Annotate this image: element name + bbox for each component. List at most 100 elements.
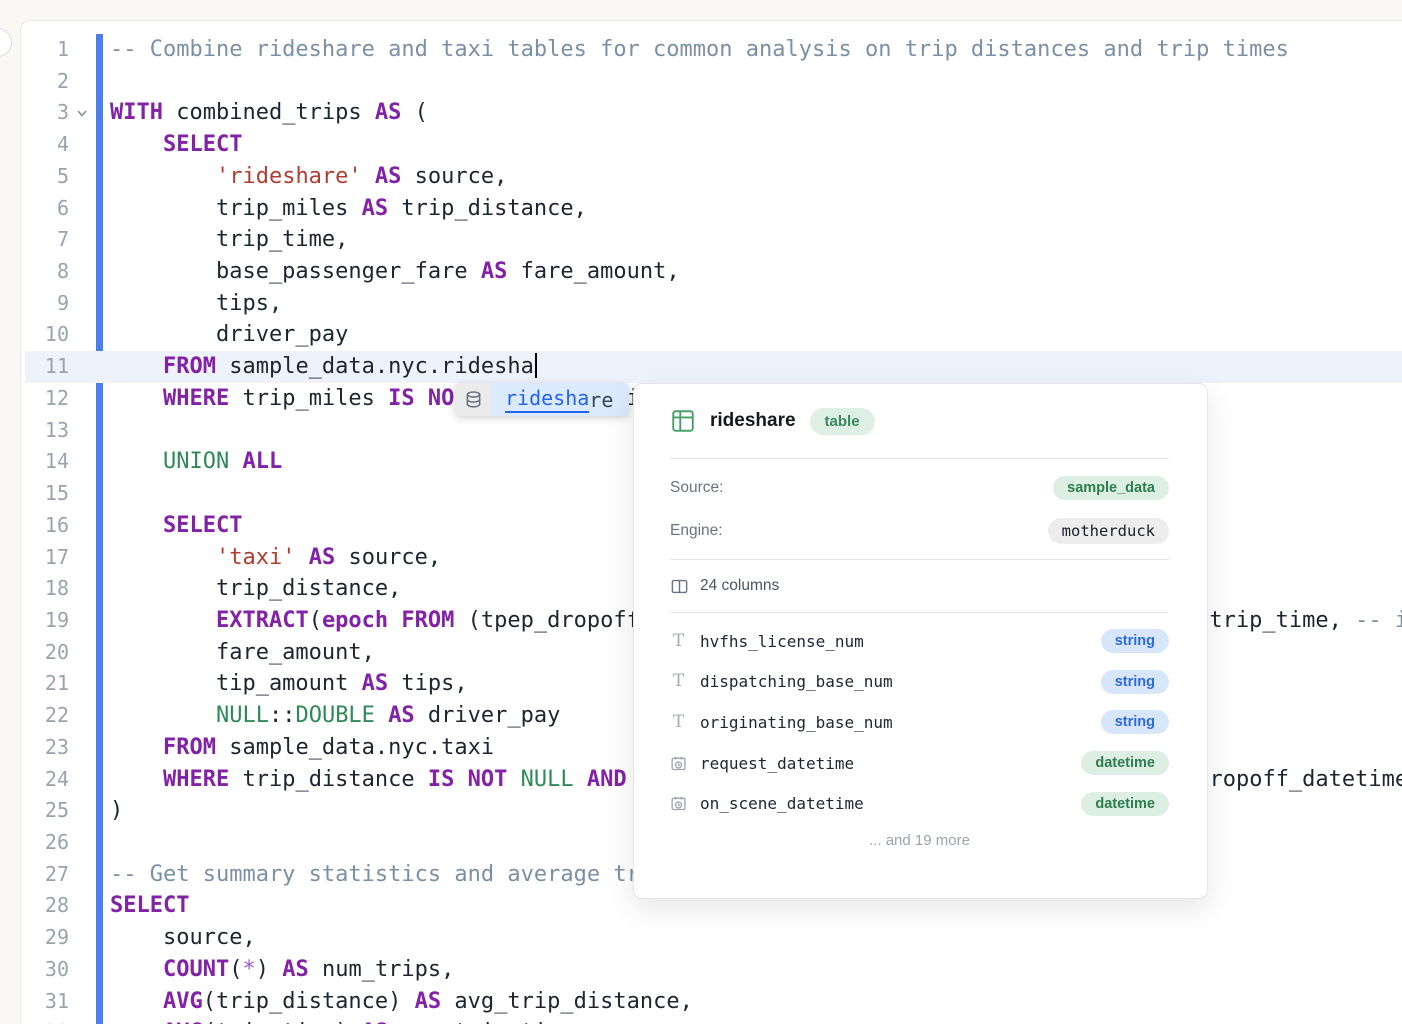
code-text: tips, — [102, 288, 282, 320]
column-row: Thvfhs_license_num string — [670, 621, 1169, 662]
code-line[interactable]: 2 — [25, 66, 1402, 98]
property-label: Engine: — [670, 522, 723, 540]
code-text: NULL::DOUBLE AS driver_pay — [102, 700, 560, 732]
line-number: 1 — [25, 34, 69, 66]
code-text: 'rideshare' AS source, — [102, 161, 507, 193]
code-line[interactable]: 3 WITH combined_trips AS ( — [25, 97, 1402, 129]
line-number: 21 — [25, 668, 69, 700]
table-type-badge: table — [810, 408, 875, 435]
code-text: driver_pay — [102, 319, 348, 351]
code-text: SELECT — [102, 890, 189, 922]
code-text: WITH combined_trips AS ( — [102, 97, 428, 129]
code-line[interactable]: 10 driver_pay — [25, 319, 1402, 351]
table-info-header: rideshare table — [670, 384, 1169, 459]
columns-icon — [670, 577, 689, 596]
columns-list: Thvfhs_license_numstringTdispatching_bas… — [670, 613, 1169, 824]
line-number: 24 — [25, 764, 69, 796]
column-row: Toriginating_base_numstring — [670, 702, 1169, 743]
code-text: trip_miles AS trip_distance, — [102, 193, 587, 225]
autocomplete-match-text: ridesha — [505, 386, 589, 413]
line-number: 26 — [25, 827, 69, 859]
line-number: 2 — [25, 66, 69, 98]
line-number: 14 — [25, 446, 69, 478]
code-text: FROM sample_data.nyc.taxi — [102, 732, 494, 764]
column-name-group: request_datetime — [670, 754, 854, 773]
code-line[interactable]: 4 SELECT — [25, 129, 1402, 161]
line-number: 28 — [25, 890, 69, 922]
code-text: UNION ALL — [102, 446, 282, 478]
line-number: 6 — [25, 193, 69, 225]
column-name: on_scene_datetime — [700, 794, 864, 813]
calendar-clock-icon — [670, 755, 687, 772]
column-name: dispatching_base_num — [700, 672, 893, 691]
code-line[interactable]: 5 'rideshare' AS source, — [25, 161, 1402, 193]
code-line[interactable]: 30 COUNT(*) AS num_trips, — [25, 954, 1402, 986]
code-line[interactable]: 1 -- Combine rideshare and taxi tables fo… — [25, 34, 1402, 66]
code-line[interactable]: 7 trip_time, — [25, 224, 1402, 256]
code-text: -- Combine rideshare and taxi tables for… — [102, 34, 1289, 66]
line-number: 19 — [25, 605, 69, 637]
code-line[interactable]: 6 trip_miles AS trip_distance, — [25, 193, 1402, 225]
column-row: on_scene_datetime datetime — [670, 783, 1169, 824]
text-cursor — [535, 353, 537, 378]
text-icon: T — [670, 673, 687, 690]
column-name: request_datetime — [700, 754, 854, 773]
code-text: COUNT(*) AS num_trips, — [102, 954, 454, 986]
line-number: 32 — [25, 1017, 69, 1024]
column-name: hvfhs_license_num — [700, 632, 864, 651]
code-text: 'taxi' AS source, — [102, 542, 441, 574]
line-number: 9 — [25, 288, 69, 320]
line-number: 11 — [25, 351, 69, 383]
table-info-panel: rideshare table Source: sample_data Engine… — [633, 383, 1208, 899]
line-number: 3 — [25, 97, 69, 129]
code-line[interactable]: 31 AVG(trip_distance) AS avg_trip_distan… — [25, 986, 1402, 1018]
line-number: 17 — [25, 542, 69, 574]
code-text: source, — [102, 922, 256, 954]
line-number: 16 — [25, 510, 69, 542]
column-type-pill: datetime — [1081, 751, 1169, 775]
code-line[interactable]: 9 tips, — [25, 288, 1402, 320]
autocomplete-item-rideshare[interactable]: rideshare — [491, 383, 629, 416]
text-icon: T — [670, 714, 687, 731]
property-row: Engine:motherduck — [670, 509, 1169, 552]
column-type-pill: string — [1101, 710, 1169, 734]
text-icon: T — [670, 633, 687, 650]
partial-edge-button[interactable] — [0, 28, 12, 57]
code-text: AVG(trip_distance) AS avg_trip_distance, — [102, 986, 693, 1018]
code-text: fare_amount, — [102, 637, 375, 669]
line-number: 10 — [25, 319, 69, 351]
code-text: SELECT — [102, 129, 242, 161]
code-text: ) — [102, 795, 123, 827]
code-text: AVG(trip_time) AS avg_trip_time, — [102, 1017, 587, 1024]
line-number: 4 — [25, 129, 69, 161]
column-type-pill: string — [1101, 670, 1169, 694]
columns-summary: 24 columns — [700, 577, 779, 595]
table-icon — [670, 408, 696, 434]
line-number: 20 — [25, 637, 69, 669]
code-line[interactable]: 32 AVG(trip_time) AS avg_trip_time, — [25, 1017, 1402, 1024]
fold-chevron-icon[interactable] — [69, 109, 95, 118]
property-row: Source: sample_data — [670, 466, 1169, 509]
property-value-pill: sample_data — [1053, 476, 1169, 500]
code-line[interactable]: 29 source, — [25, 922, 1402, 954]
line-number: 8 — [25, 256, 69, 288]
code-line[interactable]: 11 FROM sample_data.nyc.ridesha — [25, 351, 1402, 383]
columns-more-label: ... and 19 more — [670, 832, 1169, 849]
column-type-pill: string — [1101, 629, 1169, 653]
column-name-group: Tdispatching_base_num — [670, 672, 893, 691]
line-number: 23 — [25, 732, 69, 764]
line-number: 25 — [25, 795, 69, 827]
code-text: FROM sample_data.nyc.ridesha — [102, 351, 537, 383]
column-type-pill: datetime — [1081, 792, 1169, 816]
column-name-group: Thvfhs_license_num — [670, 632, 864, 651]
line-number: 31 — [25, 986, 69, 1018]
line-number: 7 — [25, 224, 69, 256]
line-number: 22 — [25, 700, 69, 732]
database-icon — [455, 383, 491, 416]
line-number: 12 — [25, 383, 69, 415]
property-label: Source: — [670, 479, 723, 497]
code-text: tip_amount AS tips, — [102, 668, 468, 700]
table-properties: Source: sample_data Engine:motherduck — [670, 459, 1169, 560]
code-line[interactable]: 8 base_passenger_fare AS fare_amount, — [25, 256, 1402, 288]
autocomplete-rest-text: re — [589, 388, 613, 412]
